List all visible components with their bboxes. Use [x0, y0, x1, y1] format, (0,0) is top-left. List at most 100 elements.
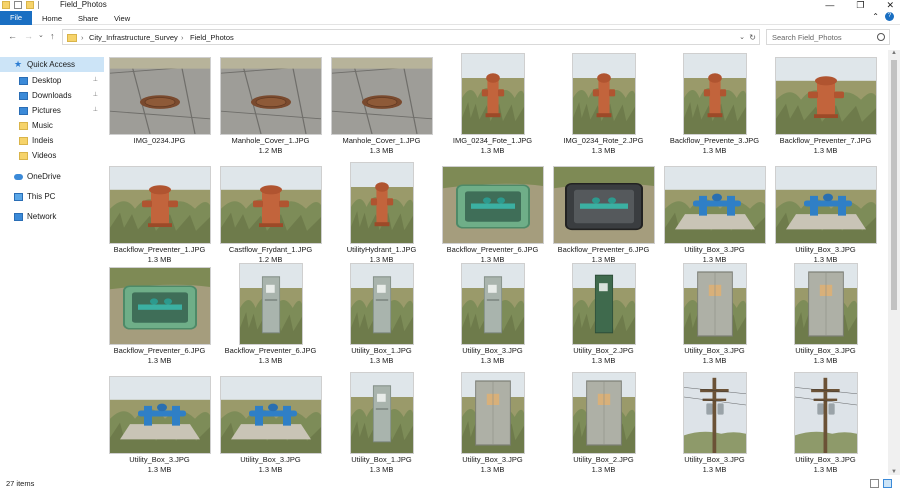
- pin-icon[interactable]: ⊥: [93, 73, 98, 88]
- image-thumbnail[interactable]: [684, 54, 746, 134]
- image-thumbnail[interactable]: [332, 58, 432, 134]
- file-item[interactable]: Utility_Box_1.JPG 1.3 MB: [326, 260, 437, 370]
- file-item[interactable]: Utility_Box_3.JPG 1.3 MB: [770, 159, 881, 269]
- sidebar-item-indeis[interactable]: Indeis: [0, 133, 104, 148]
- back-button[interactable]: ←: [8, 31, 17, 41]
- image-thumbnail[interactable]: [462, 264, 524, 344]
- up-button[interactable]: ↑: [50, 31, 55, 41]
- scroll-up-icon[interactable]: ▲: [888, 50, 900, 56]
- recent-locations-button[interactable]: ⌄: [38, 31, 44, 39]
- image-thumbnail[interactable]: [351, 163, 413, 243]
- image-thumbnail[interactable]: [110, 377, 210, 453]
- image-thumbnail[interactable]: [221, 377, 321, 453]
- image-thumbnail[interactable]: [462, 373, 524, 453]
- file-item[interactable]: IMG_0234_Rote_2.JPG 1.3 MB: [548, 50, 659, 160]
- minimize-button[interactable]: —: [825, 0, 834, 10]
- image-thumbnail[interactable]: [795, 373, 857, 453]
- image-thumbnail[interactable]: [684, 373, 746, 453]
- file-item[interactable]: Backflow_Preventer_7.JPG 1.3 MB: [770, 50, 881, 160]
- image-thumbnail[interactable]: [351, 373, 413, 453]
- tab-share[interactable]: Share: [78, 13, 98, 24]
- folder-icon[interactable]: [2, 1, 10, 9]
- maximize-button[interactable]: ❐: [856, 0, 864, 10]
- sidebar-item-downloads[interactable]: Downloads ⊥: [0, 88, 104, 103]
- new-folder-icon[interactable]: [26, 1, 34, 9]
- details-view-icon[interactable]: [870, 479, 879, 488]
- image-thumbnail[interactable]: [110, 58, 210, 134]
- image-thumbnail[interactable]: [221, 167, 321, 243]
- file-item[interactable]: Utility_Box_3.JPG 1.3 MB: [437, 260, 548, 370]
- scroll-down-icon[interactable]: ▼: [888, 469, 900, 475]
- large-icons-view-icon[interactable]: [883, 479, 892, 488]
- address-dropdown-icon[interactable]: ⌄: [739, 30, 745, 45]
- image-thumbnail[interactable]: [776, 167, 876, 243]
- image-thumbnail[interactable]: [110, 167, 210, 243]
- breadcrumb-separator[interactable]: ›: [81, 30, 84, 45]
- pin-icon[interactable]: ⊥: [93, 103, 98, 118]
- image-thumbnail[interactable]: [573, 373, 635, 453]
- image-thumbnail[interactable]: [554, 167, 654, 243]
- sidebar-item-network[interactable]: Network: [0, 209, 104, 224]
- file-item[interactable]: Backflow_Prevente_3.JPG 1.3 MB: [659, 50, 770, 160]
- search-input[interactable]: Search Field_Photos: [772, 30, 842, 45]
- file-item[interactable]: Utility_Box_3.JPG 1.3 MB: [659, 369, 770, 475]
- image-thumbnail[interactable]: [443, 167, 543, 243]
- file-item[interactable]: UtilityHydrant_1.JPG 1.3 MB: [326, 159, 437, 269]
- file-item[interactable]: Utility_Box_2.JPG 1.3 MB: [548, 369, 659, 475]
- help-icon[interactable]: ?: [885, 12, 894, 21]
- sidebar-item-desktop[interactable]: Desktop ⊥: [0, 73, 104, 88]
- file-item[interactable]: Utility_Box_3.JPG 1.3 MB: [659, 260, 770, 370]
- file-item[interactable]: Utility_Box_3.JPG 1.3 MB: [659, 159, 770, 269]
- sidebar-item-music[interactable]: Music: [0, 118, 104, 133]
- image-thumbnail[interactable]: [240, 264, 302, 344]
- sidebar-item-quick-access[interactable]: ★ Quick Access: [0, 57, 104, 72]
- file-item[interactable]: Backflow_Preventer_6.JPG 1.3 MB: [548, 159, 659, 269]
- file-item[interactable]: Backflow_Preventer_6.JPG 1.3 MB: [104, 260, 215, 370]
- image-thumbnail[interactable]: [573, 264, 635, 344]
- file-item[interactable]: Utility_Box_2.JPG 1.3 MB: [548, 260, 659, 370]
- sidebar-item-onedrive[interactable]: OneDrive: [0, 169, 104, 184]
- file-item[interactable]: Backflow_Preventer_1.JPG 1.3 MB: [104, 159, 215, 269]
- sidebar-item-pictures[interactable]: Pictures ⊥: [0, 103, 104, 118]
- address-bar[interactable]: › City_Infrastructure_Survey › Field_Pho…: [62, 29, 760, 45]
- tab-home[interactable]: Home: [42, 13, 62, 24]
- refresh-icon[interactable]: ↻: [749, 30, 756, 45]
- image-thumbnail[interactable]: [795, 264, 857, 344]
- file-item[interactable]: Utility_Box_3.JPG 1.3 MB: [437, 369, 548, 475]
- image-thumbnail[interactable]: [221, 58, 321, 134]
- image-thumbnail[interactable]: [351, 264, 413, 344]
- image-thumbnail[interactable]: [665, 167, 765, 243]
- file-item[interactable]: Backflow_Preventer_6.JPG 1.3 MB: [437, 159, 548, 269]
- breadcrumb-item[interactable]: City_Infrastructure_Survey: [89, 30, 178, 45]
- file-item[interactable]: Manhole_Cover_1.JPG 1.3 MB: [326, 50, 437, 160]
- image-thumbnail[interactable]: [776, 58, 876, 134]
- close-button[interactable]: ✕: [886, 0, 894, 10]
- sidebar-item-videos[interactable]: Videos: [0, 148, 104, 163]
- tab-view[interactable]: View: [114, 13, 130, 24]
- file-item[interactable]: Utility_Box_3.JPG 1.3 MB: [770, 260, 881, 370]
- file-item[interactable]: Utility_Box_3.JPG 1.3 MB: [770, 369, 881, 475]
- pin-icon[interactable]: ⊥: [93, 88, 98, 103]
- expand-ribbon-icon[interactable]: ⌃: [872, 12, 879, 21]
- scrollbar-thumb[interactable]: [891, 60, 897, 310]
- file-item[interactable]: Utility_Box_3.JPG 1.3 MB: [104, 369, 215, 475]
- file-item[interactable]: Manhole_Cover_1.JPG 1.2 MB: [215, 50, 326, 160]
- image-thumbnail[interactable]: [684, 264, 746, 344]
- tab-file[interactable]: File: [0, 11, 32, 25]
- search-box[interactable]: Search Field_Photos: [766, 29, 890, 45]
- sidebar-item-this-pc[interactable]: This PC: [0, 189, 104, 204]
- properties-icon[interactable]: [14, 1, 22, 9]
- image-thumbnail[interactable]: [110, 268, 210, 344]
- image-thumbnail[interactable]: [573, 54, 635, 134]
- file-item[interactable]: Utility_Box_3.JPG 1.3 MB: [215, 369, 326, 475]
- file-item[interactable]: IMG_0234.JPG: [104, 50, 215, 160]
- image-thumbnail[interactable]: [462, 54, 524, 134]
- file-item[interactable]: Utility_Box_1.JPG 1.3 MB: [326, 369, 437, 475]
- breadcrumb-item[interactable]: Field_Photos: [190, 30, 234, 45]
- forward-button[interactable]: →: [24, 31, 33, 41]
- file-item[interactable]: Castflow_Frydant_1.JPG 1.2 MB: [215, 159, 326, 269]
- vertical-scrollbar[interactable]: ▲ ▼: [888, 50, 900, 475]
- breadcrumb-separator[interactable]: ›: [181, 30, 184, 45]
- file-item[interactable]: IMG_0234_Fote_1.JPG 1.3 MB: [437, 50, 548, 160]
- file-item[interactable]: Backflow_Preventer_6.JPG 1.3 MB: [215, 260, 326, 370]
